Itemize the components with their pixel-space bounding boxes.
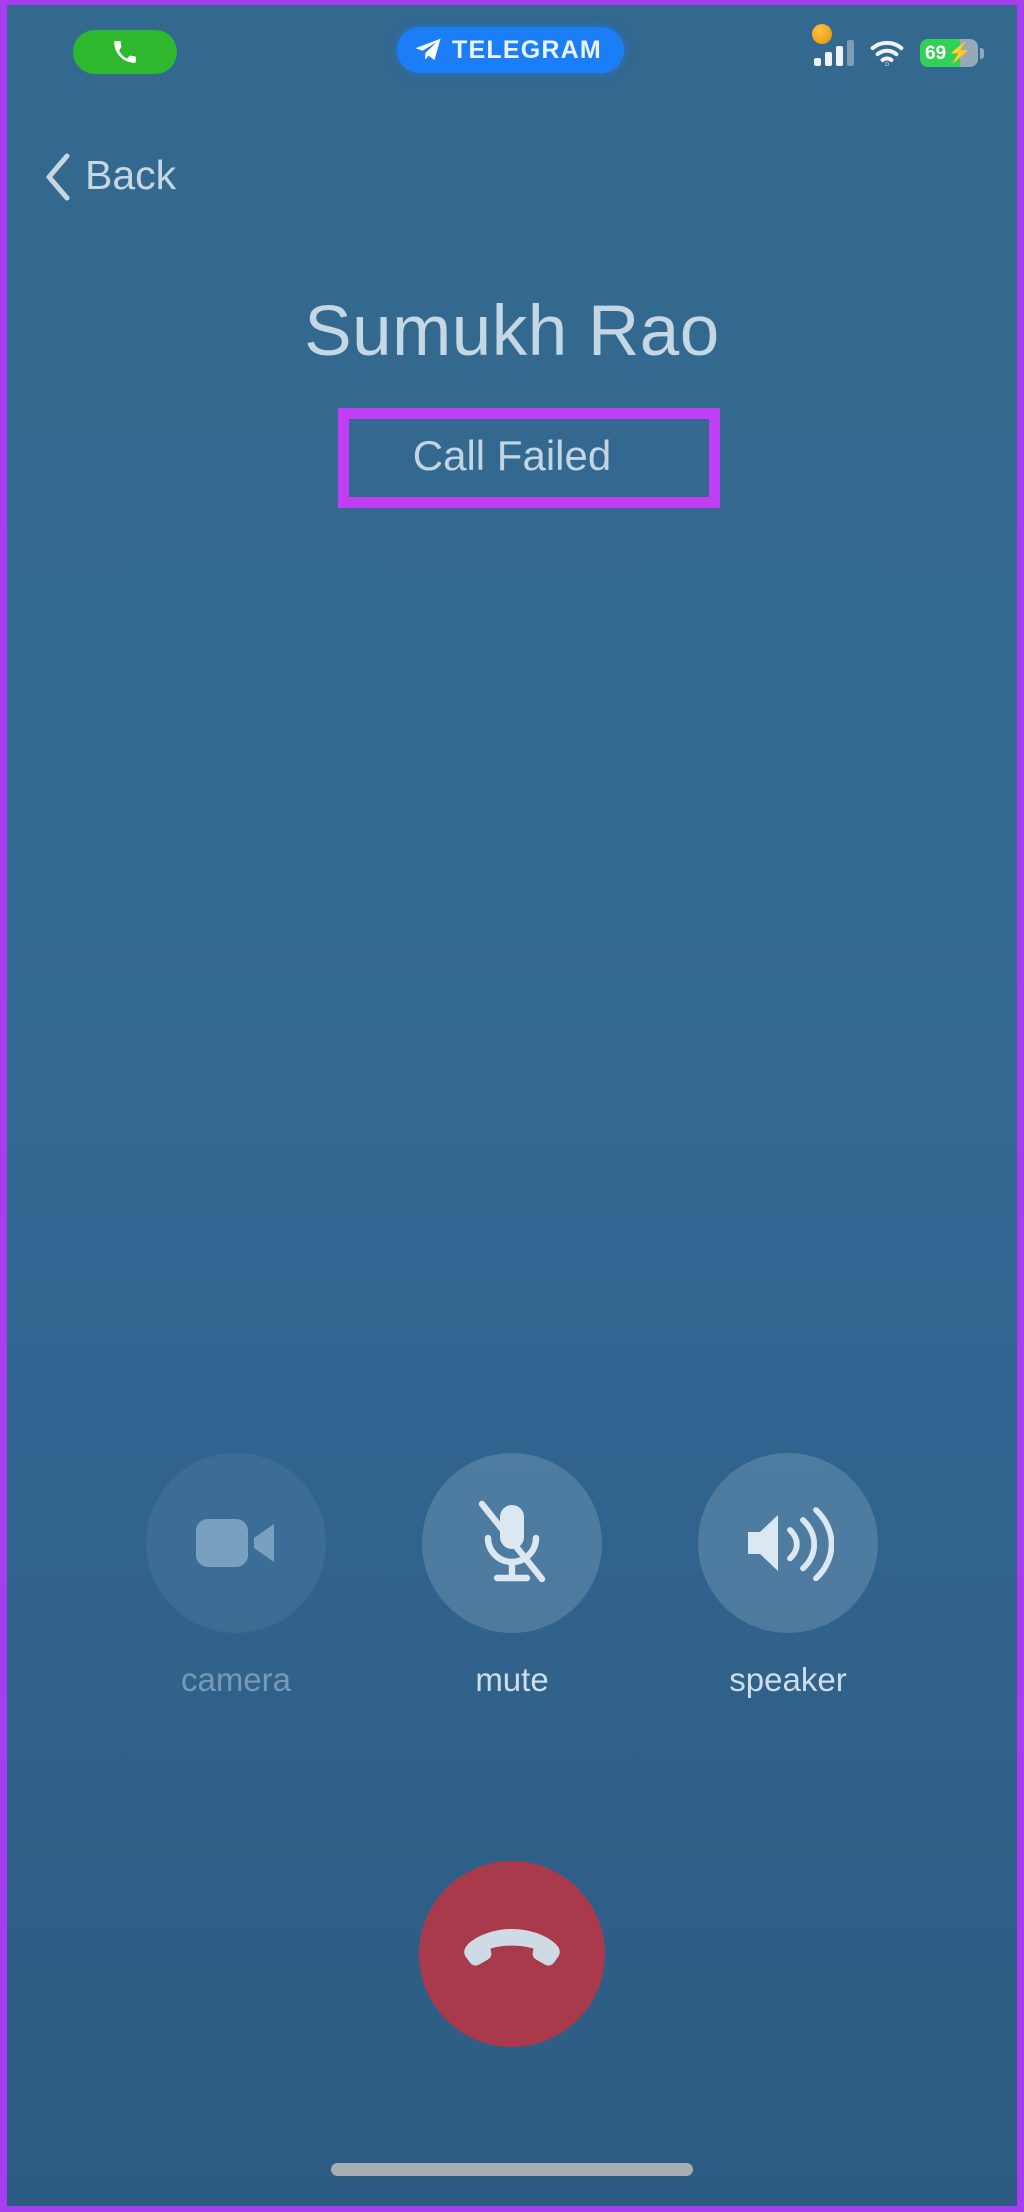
microphone-slash-icon — [474, 1497, 550, 1589]
camera-button-label: camera — [180, 1661, 292, 1698]
active-call-pill[interactable] — [73, 30, 177, 74]
camera-button-surface — [146, 1453, 326, 1633]
speaker-button-surface — [698, 1453, 878, 1633]
telegram-plane-icon — [413, 35, 443, 65]
battery-body: 69 ⚡ — [920, 39, 978, 67]
home-indicator[interactable] — [331, 2163, 693, 2176]
battery-charging-bolt-icon: ⚡ — [947, 42, 973, 64]
telegram-app-pill[interactable]: TELEGRAM — [397, 27, 624, 73]
end-call-button[interactable] — [419, 1861, 605, 2047]
mute-button-label: mute — [475, 1661, 549, 1698]
video-camera-icon — [194, 1513, 278, 1573]
battery-percent-label: 69 — [925, 42, 947, 64]
speaker-button[interactable]: speaker — [698, 1453, 878, 1696]
phone-hangup-icon — [462, 1927, 562, 1981]
wifi-icon — [870, 40, 904, 66]
caller-name: Sumukh Rao — [304, 292, 720, 371]
phone-screen: TELEGRAM 69 ⚡ Back Sumukh Rao Call Faile… — [0, 0, 1024, 2212]
phone-handset-icon — [112, 39, 138, 65]
mute-button[interactable]: mute — [422, 1453, 602, 1696]
back-button[interactable]: Back — [29, 145, 190, 205]
telegram-app-label: TELEGRAM — [452, 35, 602, 64]
back-button-label: Back — [85, 151, 177, 198]
status-bar: TELEGRAM 69 ⚡ — [7, 5, 1017, 97]
mute-button-surface — [422, 1453, 602, 1633]
signal-bars-icon — [814, 40, 854, 66]
caller-info: Sumukh Rao — [7, 292, 1017, 371]
battery-indicator: 69 ⚡ — [920, 39, 984, 67]
speaker-button-label: speaker — [729, 1661, 847, 1698]
status-bar-indicators: 69 ⚡ — [814, 39, 984, 67]
chevron-left-icon — [43, 153, 73, 201]
annotation-highlight-box — [338, 408, 720, 508]
battery-cap — [980, 47, 984, 59]
call-controls: camera mute speaker — [7, 1453, 1017, 1696]
camera-button[interactable]: camera — [146, 1453, 326, 1696]
end-call-row — [7, 1861, 1017, 2047]
speaker-waves-icon — [742, 1505, 834, 1581]
